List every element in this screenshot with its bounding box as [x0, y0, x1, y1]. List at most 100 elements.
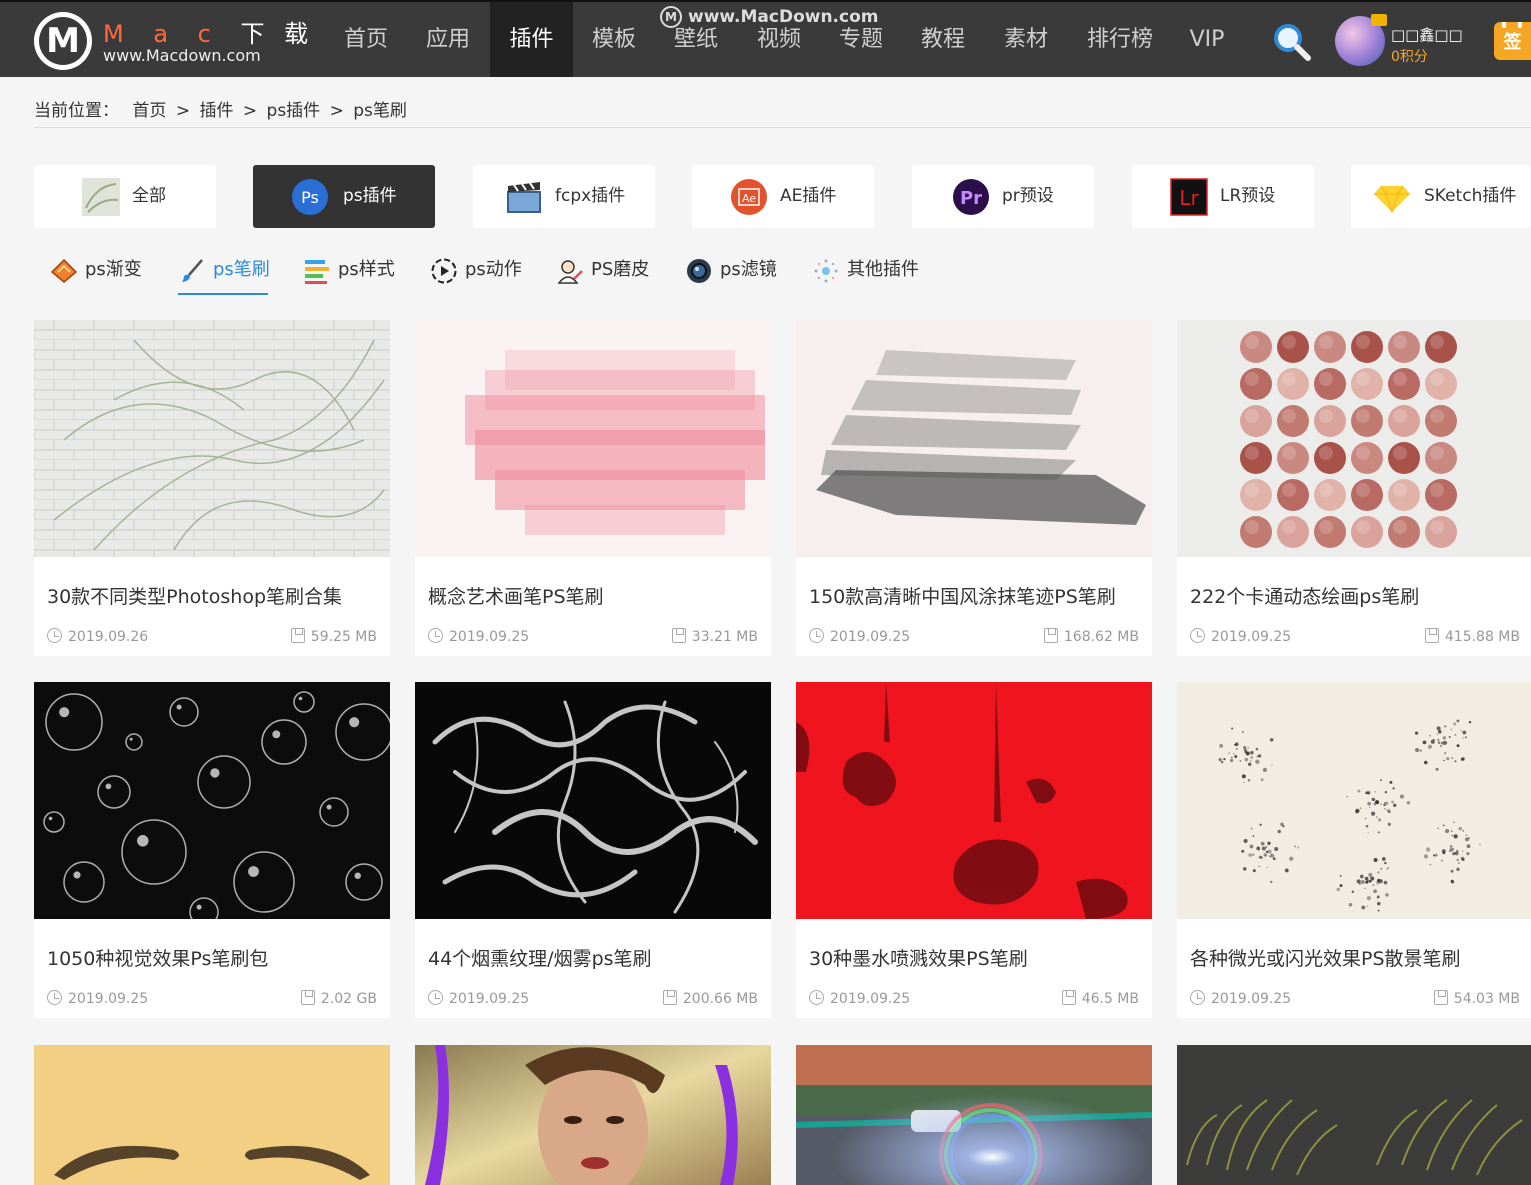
- resource-card[interactable]: [415, 1045, 771, 1185]
- resource-card[interactable]: 30款不同类型Photoshop笔刷合集 2019.09.26 59.25 MB: [34, 320, 390, 656]
- watermark-logo-icon: M: [660, 6, 682, 28]
- category-pr-presets[interactable]: Pr pr预设: [912, 165, 1094, 228]
- brand-url: www.Macdown.com: [103, 46, 261, 65]
- card-size: 59.25 MB: [290, 628, 377, 645]
- card-thumbnail[interactable]: [34, 682, 390, 919]
- nav-plugins[interactable]: 插件: [490, 2, 573, 77]
- brush-sample-icon: [82, 178, 120, 216]
- nav-apps[interactable]: 应用: [410, 2, 486, 77]
- card-title[interactable]: 222个卡通动态绘画ps笔刷: [1190, 582, 1419, 609]
- breadcrumb-ps-brushes[interactable]: ps笔刷: [353, 101, 407, 121]
- card-size-text: 168.62 MB: [1063, 629, 1139, 645]
- brand-title[interactable]: M a c 下 载: [103, 14, 314, 49]
- texture-swatch: [1240, 331, 1272, 363]
- top-header: M M a c 下 载 www.Macdown.com 首页 应用 插件 模板 …: [0, 0, 1531, 77]
- file-size-icon: [662, 990, 677, 1005]
- resource-card[interactable]: 44个烟熏纹理/烟雾ps笔刷 2019.09.25 200.66 MB: [415, 682, 771, 1018]
- resource-card[interactable]: [34, 1045, 390, 1185]
- category-ae-plugins[interactable]: Ae AE插件: [692, 165, 874, 228]
- category-ps-plugins[interactable]: Ps ps插件: [253, 165, 435, 228]
- card-date: 2019.09.25: [47, 990, 148, 1007]
- nav-materials[interactable]: 素材: [988, 2, 1064, 77]
- card-title[interactable]: 30种墨水喷溅效果PS笔刷: [809, 944, 1028, 971]
- card-thumbnail[interactable]: [1177, 1045, 1531, 1185]
- resource-card[interactable]: 1050种视觉效果Ps笔刷包 2019.09.25 2.02 GB: [34, 682, 390, 1018]
- subtab-ps-skin-smoothing[interactable]: PS磨皮: [556, 253, 652, 293]
- resource-card[interactable]: 各种微光或闪光效果PS散景笔刷 2019.09.25 54.03 MB: [1177, 682, 1531, 1018]
- resource-card[interactable]: [796, 1045, 1152, 1185]
- card-thumbnail[interactable]: [34, 320, 390, 557]
- card-title[interactable]: 44个烟熏纹理/烟雾ps笔刷: [428, 944, 652, 971]
- user-avatar[interactable]: [1335, 14, 1387, 66]
- category-all[interactable]: 全部: [34, 165, 216, 228]
- category-lr-presets[interactable]: Lr LR预设: [1132, 165, 1314, 228]
- card-date-text: 2019.09.25: [1211, 991, 1292, 1007]
- card-title[interactable]: 1050种视觉效果Ps笔刷包: [47, 944, 268, 971]
- card-title[interactable]: 概念艺术画笔PS笔刷: [428, 582, 604, 609]
- subtab-label: 其他插件: [847, 259, 919, 280]
- texture-swatch: [1425, 368, 1457, 400]
- card-thumbnail[interactable]: [796, 320, 1152, 557]
- category-label: pr预设: [1002, 186, 1054, 206]
- card-thumbnail[interactable]: [415, 1045, 771, 1185]
- card-date-text: 2019.09.25: [449, 629, 530, 645]
- nav-vip[interactable]: VIP: [1172, 2, 1242, 77]
- premiere-icon: Pr: [953, 179, 989, 215]
- user-points: 0积分: [1391, 49, 1428, 65]
- breadcrumb-divider: [34, 127, 1531, 128]
- breadcrumb-ps-plugins[interactable]: ps插件: [267, 101, 321, 121]
- resource-card[interactable]: 150款高清晰中国风涂抹笔迹PS笔刷 2019.09.25 168.62 MB: [796, 320, 1152, 656]
- card-thumbnail[interactable]: [1177, 682, 1531, 919]
- nav-rankings[interactable]: 排行榜: [1078, 2, 1162, 77]
- subtab-ps-filter[interactable]: ps滤镜: [685, 253, 777, 293]
- site-logo[interactable]: M: [34, 12, 92, 70]
- filter-lens-icon: [687, 259, 711, 283]
- nav-templates[interactable]: 模板: [576, 2, 652, 77]
- resource-card[interactable]: 30种墨水喷溅效果PS笔刷 2019.09.25 46.5 MB: [796, 682, 1152, 1018]
- subtab-ps-style[interactable]: ps样式: [303, 253, 395, 293]
- signin-calendar-button[interactable]: 签: [1494, 22, 1531, 60]
- card-thumbnail[interactable]: [1177, 320, 1531, 557]
- subtab-label: ps笔刷: [213, 259, 270, 280]
- subtab-ps-action[interactable]: ps动作: [430, 253, 522, 293]
- category-label: fcpx插件: [555, 186, 626, 206]
- card-thumbnail[interactable]: [796, 1045, 1152, 1185]
- breadcrumb-prefix: 当前位置：: [34, 101, 119, 121]
- category-label: 全部: [132, 186, 166, 206]
- resource-card[interactable]: 222个卡通动态绘画ps笔刷 2019.09.25 415.88 MB: [1177, 320, 1531, 656]
- subtab-ps-gradient[interactable]: ps渐变: [50, 253, 142, 293]
- nav-home[interactable]: 首页: [328, 2, 404, 77]
- card-thumbnail[interactable]: [415, 682, 771, 919]
- subtab-other-plugins[interactable]: 其他插件: [812, 253, 924, 293]
- card-title[interactable]: 各种微光或闪光效果PS散景笔刷: [1190, 944, 1461, 971]
- card-title[interactable]: 150款高清晰中国风涂抹笔迹PS笔刷: [809, 582, 1116, 609]
- texture-swatch: [1277, 516, 1309, 548]
- breadcrumb-home[interactable]: 首页: [132, 101, 166, 121]
- breadcrumb-plugins[interactable]: 插件: [199, 101, 233, 121]
- file-size-icon: [290, 628, 305, 643]
- card-title[interactable]: 30款不同类型Photoshop笔刷合集: [47, 582, 342, 609]
- card-thumbnail[interactable]: [796, 682, 1152, 919]
- card-size-text: 46.5 MB: [1081, 991, 1139, 1007]
- texture-swatch: [1388, 331, 1420, 363]
- category-fcpx-plugins[interactable]: fcpx插件: [473, 165, 655, 228]
- subtab-label: ps动作: [465, 259, 522, 280]
- category-sketch-plugins[interactable]: SKetch插件: [1351, 165, 1531, 228]
- texture-swatch: [1277, 405, 1309, 437]
- gradient-icon: [50, 258, 78, 283]
- card-date: 2019.09.25: [1190, 628, 1291, 645]
- subtab-ps-brush[interactable]: ps笔刷: [178, 253, 270, 295]
- username[interactable]: □□鑫□□: [1391, 24, 1463, 45]
- texture-swatch: [1277, 368, 1309, 400]
- resource-card[interactable]: [1177, 1045, 1531, 1185]
- nav-tutorials[interactable]: 教程: [905, 2, 981, 77]
- card-thumbnail[interactable]: [34, 1045, 390, 1185]
- clapperboard-icon: [507, 182, 541, 213]
- lightroom-icon: Lr: [1170, 178, 1208, 216]
- texture-swatch: [1351, 405, 1383, 437]
- card-date-text: 2019.09.26: [68, 629, 149, 645]
- resource-card[interactable]: 概念艺术画笔PS笔刷 2019.09.25 33.21 MB: [415, 320, 771, 656]
- card-thumbnail[interactable]: [415, 320, 771, 557]
- brush-icon: [182, 259, 203, 282]
- search-icon[interactable]: [1272, 22, 1312, 62]
